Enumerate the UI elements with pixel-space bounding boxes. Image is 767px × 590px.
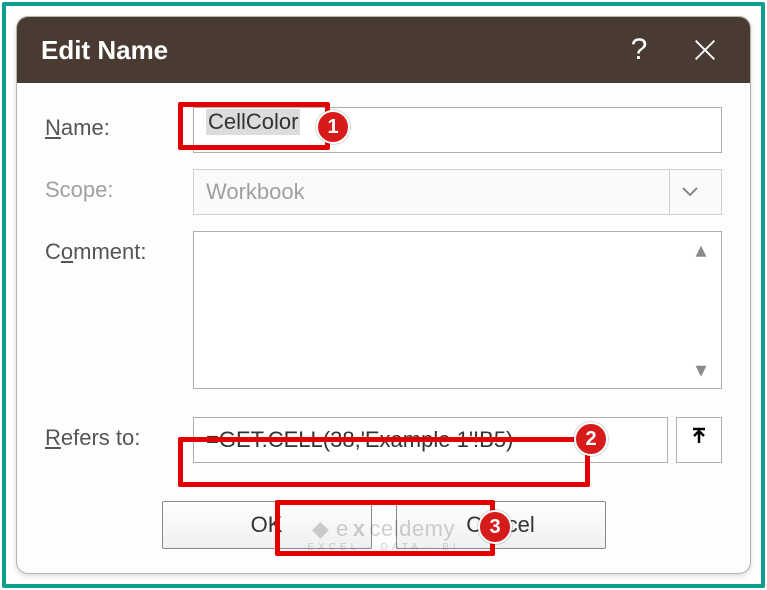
name-label: Name: [45,107,193,141]
ok-button[interactable]: OK [162,501,372,549]
scope-row: Scope: Workbook [45,169,722,215]
chevron-down-icon [669,170,709,214]
comment-label: Comment: [45,231,193,265]
refers-to-input[interactable]: =GET.CELL(38,'Example 1'!B5) [193,417,668,463]
collapse-icon [689,427,709,453]
edit-name-dialog: Edit Name ? Name: CellColor [16,16,751,574]
button-row: OK Cancel [17,483,750,571]
scope-value: Workbook [206,179,305,205]
comment-row: Comment: ▴ ▾ [45,231,722,389]
collapse-dialog-button[interactable] [676,417,722,463]
cancel-button[interactable]: Cancel [396,501,606,549]
scroll-up-icon[interactable]: ▴ [687,236,715,264]
refers-row: Refers to: =GET.CELL(38,'Example 1'!B5) [45,417,722,463]
dialog-body: Name: CellColor Scope: Workbook [17,83,750,483]
refers-to-value: =GET.CELL(38,'Example 1'!B5) [206,427,513,453]
comment-textarea[interactable]: ▴ ▾ [193,231,722,389]
scope-label: Scope: [45,169,193,203]
close-button[interactable] [672,17,738,83]
close-icon [691,36,719,64]
name-input[interactable]: CellColor [193,107,722,153]
name-row: Name: CellColor [45,107,722,153]
scroll-down-icon[interactable]: ▾ [687,356,715,384]
title-bar: Edit Name ? [17,17,750,83]
scope-select: Workbook [193,169,722,215]
dialog-title: Edit Name [41,35,606,66]
name-input-value: CellColor [206,109,300,135]
refers-label: Refers to: [45,417,193,451]
outer-frame: Edit Name ? Name: CellColor [2,2,765,588]
help-button[interactable]: ? [606,17,672,83]
